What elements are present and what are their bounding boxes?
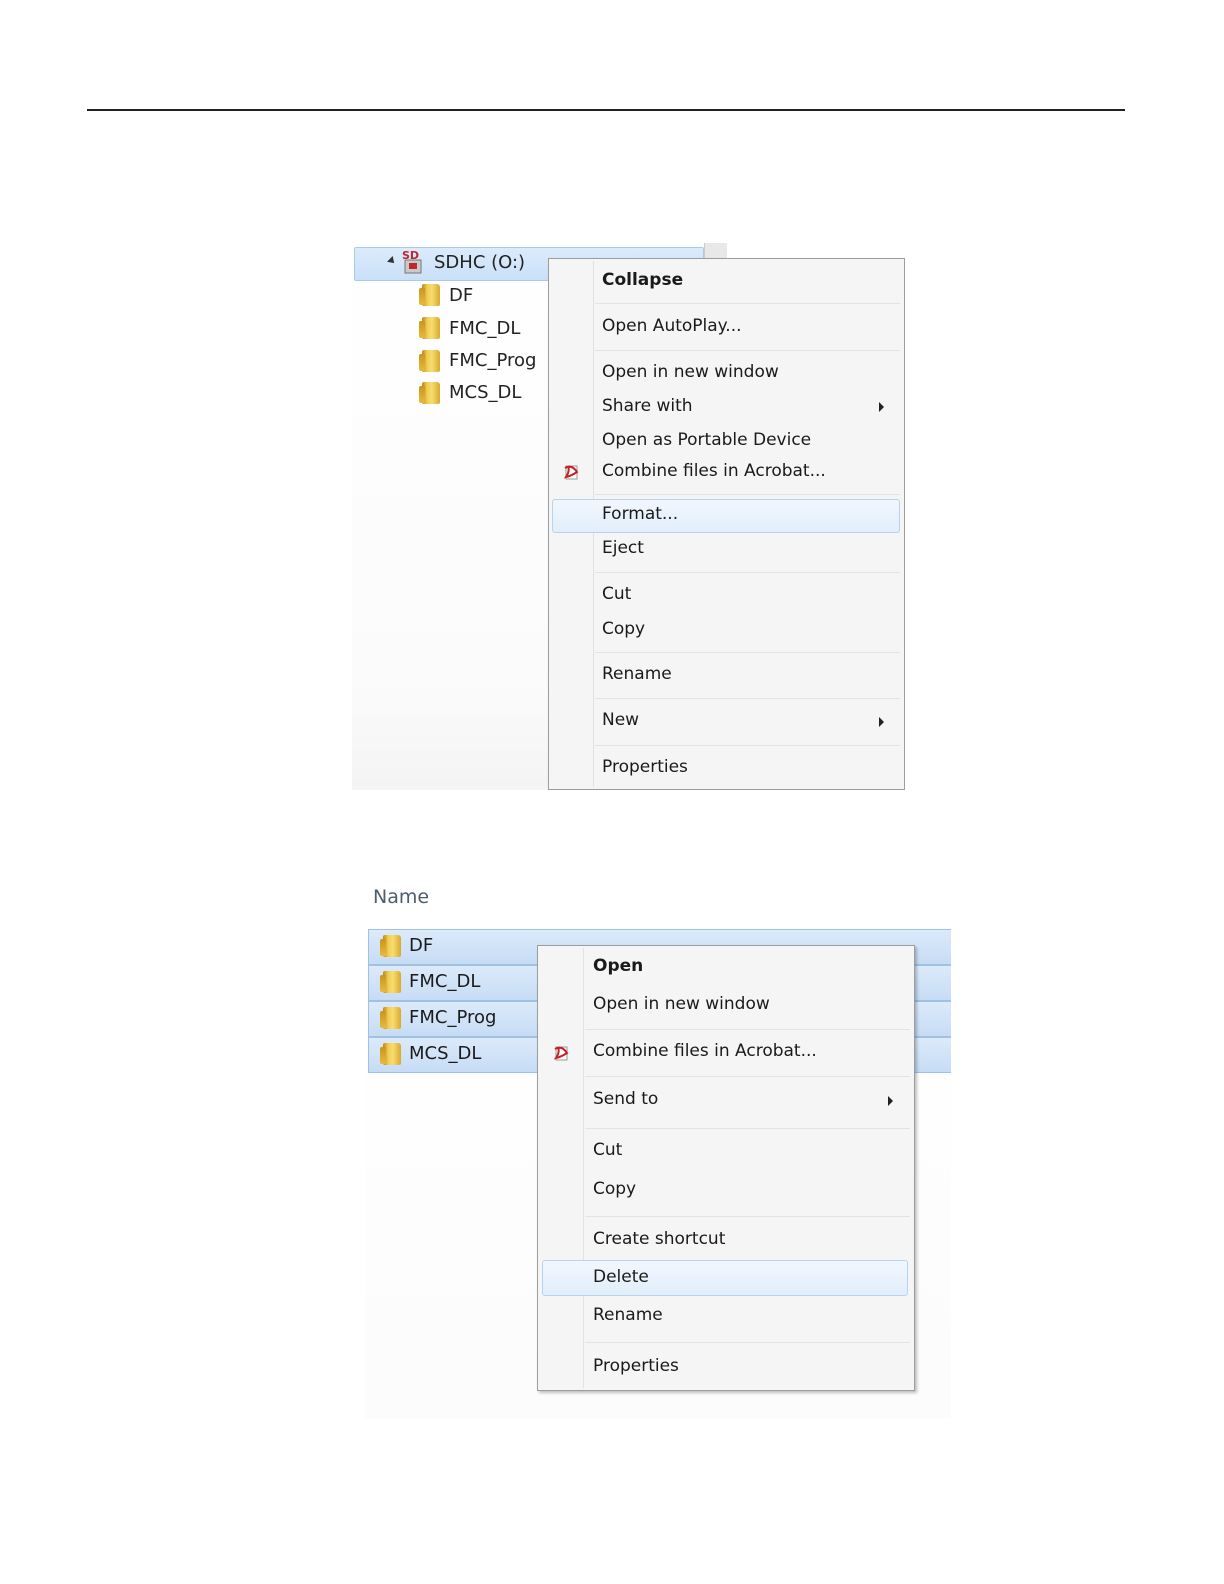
tree-item-folder[interactable]: FMC_Prog: [449, 350, 536, 371]
menu-separator: [595, 745, 900, 746]
file-name: FMC_Prog: [409, 1007, 497, 1028]
menu-separator: [595, 572, 900, 573]
file-name: MCS_DL: [409, 1043, 482, 1064]
menu-separator: [585, 1076, 910, 1077]
submenu-arrow-icon: [879, 402, 884, 412]
menu-item-eject[interactable]: Eject: [602, 538, 644, 558]
menu-item-combine-acrobat[interactable]: Combine files in Acrobat...: [593, 1041, 817, 1061]
menu-separator: [595, 350, 900, 351]
folder-icon: [380, 935, 401, 957]
folder-icon: [419, 317, 440, 339]
folder-context-menu: Open Open in new window Combine files in…: [537, 945, 915, 1391]
submenu-arrow-icon: [879, 717, 884, 727]
menu-item-rename[interactable]: Rename: [593, 1305, 663, 1325]
file-name: FMC_DL: [409, 971, 481, 992]
sd-card-icon: SD: [402, 249, 422, 274]
menu-item-rename[interactable]: Rename: [602, 664, 672, 684]
menu-separator: [595, 494, 900, 495]
menu-item-open-new-window[interactable]: Open in new window: [593, 994, 770, 1014]
folder-icon: [380, 1007, 401, 1029]
menu-item-properties[interactable]: Properties: [602, 757, 688, 777]
menu-item-open-new-window[interactable]: Open in new window: [602, 362, 779, 382]
acrobat-icon: [563, 465, 579, 480]
file-name: DF: [409, 935, 434, 956]
tree-scrollbar[interactable]: [704, 243, 727, 259]
menu-item-format[interactable]: Format...: [602, 504, 678, 524]
folder-icon: [419, 382, 440, 404]
menu-item-open-autoplay[interactable]: Open AutoPlay...: [602, 316, 742, 336]
menu-separator: [585, 1128, 910, 1129]
menu-item-copy[interactable]: Copy: [593, 1179, 636, 1199]
svg-text:SD: SD: [402, 249, 419, 262]
menu-item-share-with[interactable]: Share with: [602, 396, 693, 416]
folder-icon: [380, 971, 401, 993]
menu-separator: [585, 1029, 910, 1030]
folder-icon: [419, 284, 440, 306]
menu-item-open[interactable]: Open: [593, 956, 643, 976]
folder-icon: [380, 1043, 401, 1065]
menu-item-combine-acrobat[interactable]: Combine files in Acrobat...: [602, 461, 826, 481]
menu-separator: [585, 1342, 910, 1343]
submenu-arrow-icon: [888, 1096, 893, 1106]
menu-item-copy[interactable]: Copy: [602, 619, 645, 639]
menu-separator: [585, 1216, 910, 1217]
menu-separator: [595, 652, 900, 653]
menu-separator: [595, 303, 900, 304]
menu-item-send-to[interactable]: Send to: [593, 1089, 658, 1109]
menu-icon-gutter: [583, 948, 584, 1388]
menu-item-properties[interactable]: Properties: [593, 1356, 679, 1376]
column-header-name[interactable]: Name: [373, 886, 429, 908]
tree-item-folder[interactable]: DF: [449, 285, 473, 306]
tree-item-folder[interactable]: FMC_DL: [449, 318, 520, 339]
screenshot-folder-context-menu: Name DF FMC_DL FMC_Prog MCS_DL Open Open…: [365, 878, 951, 1418]
tree-label-drive: SDHC (O:): [434, 252, 526, 273]
menu-item-collapse[interactable]: Collapse: [602, 270, 683, 290]
menu-item-open-portable-device[interactable]: Open as Portable Device: [602, 430, 811, 450]
menu-item-cut[interactable]: Cut: [602, 584, 631, 604]
screenshot-drive-context-menu: SD SDHC (O:) DF FMC_DL FMC_Prog MCS_DL C…: [352, 243, 905, 790]
folder-icon: [419, 350, 440, 372]
page-header-rule: [87, 109, 1125, 111]
menu-separator: [595, 698, 900, 699]
menu-item-cut[interactable]: Cut: [593, 1140, 622, 1160]
menu-item-create-shortcut[interactable]: Create shortcut: [593, 1229, 725, 1249]
menu-item-delete[interactable]: Delete: [593, 1267, 649, 1287]
tree-item-folder[interactable]: MCS_DL: [449, 382, 521, 403]
acrobat-icon: [553, 1046, 569, 1061]
drive-context-menu: Collapse Open AutoPlay... Open in new wi…: [548, 258, 905, 790]
menu-item-new[interactable]: New: [602, 710, 639, 730]
